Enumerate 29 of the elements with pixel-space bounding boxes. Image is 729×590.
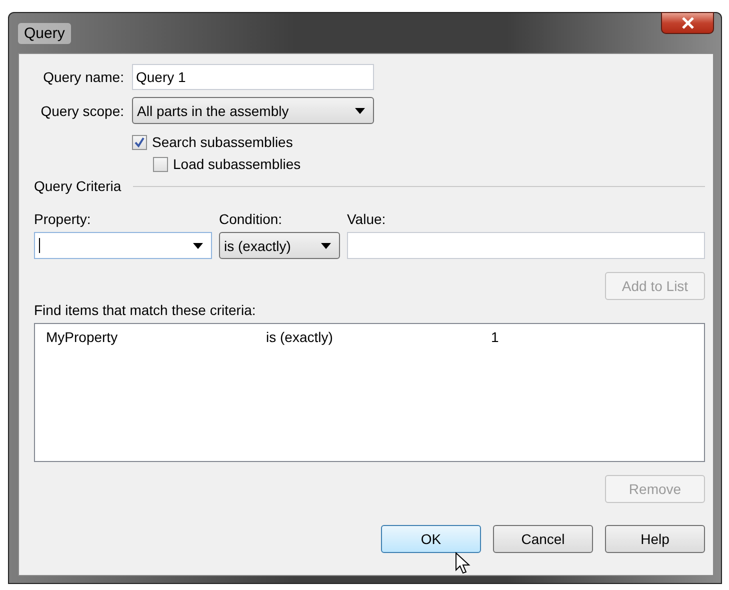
caret-icon <box>355 108 365 114</box>
query-scope-dropdown[interactable]: All parts in the assembly <box>132 97 374 124</box>
checkbox[interactable] <box>153 156 168 172</box>
query-name-field[interactable]: Query 1 <box>132 64 374 90</box>
list-item[interactable]: MyProperty is (exactly) 1 <box>35 327 704 347</box>
field-label: Query name: <box>42 69 124 85</box>
field-label: Value: <box>347 211 387 227</box>
checkbox-label: Load subassemblies <box>173 156 301 172</box>
list-label: Find items that match these criteria: <box>34 302 257 318</box>
criteria-list[interactable]: MyProperty is (exactly) 1 <box>34 323 705 462</box>
checkbox-label: Search subassemblies <box>152 134 293 150</box>
caret-icon <box>321 242 331 248</box>
checkbox[interactable] <box>132 134 147 150</box>
group-title: Query Criteria <box>34 178 122 194</box>
field-label: Condition: <box>219 211 284 227</box>
field-label: Query scope: <box>40 102 124 118</box>
window-title: Query <box>18 22 71 44</box>
close-button[interactable] <box>661 12 714 34</box>
dialog-button[interactable]: OK <box>381 525 481 553</box>
close-icon <box>680 17 694 29</box>
dialog-button[interactable]: Cancel <box>493 525 593 553</box>
property-dropdown[interactable] <box>34 232 212 259</box>
caret-icon <box>193 242 203 248</box>
dialog-button[interactable]: Help <box>605 525 705 553</box>
mouse-pointer-icon <box>455 552 471 576</box>
value-field[interactable] <box>347 232 705 259</box>
condition-dropdown[interactable]: is (exactly) <box>219 232 340 259</box>
text-cursor <box>39 238 40 253</box>
field-label: Property: <box>34 211 92 227</box>
